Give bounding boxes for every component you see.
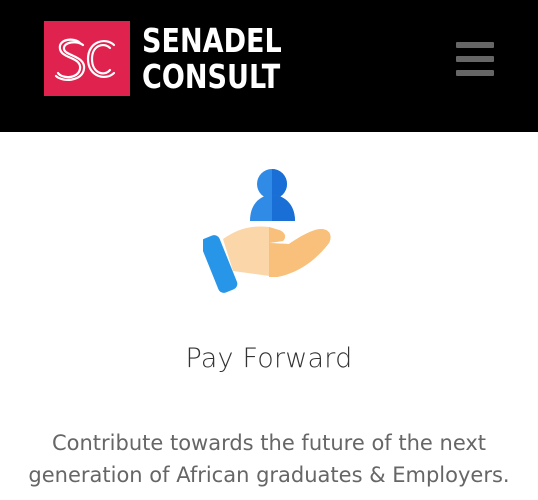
- brand-name-line2: CONSULT: [142, 56, 281, 96]
- brand-logo[interactable]: SENADEL CONSULT: [44, 21, 312, 96]
- feature-description-line1: Contribute towards the future of the nex…: [51, 431, 487, 455]
- hamburger-menu-icon[interactable]: [456, 42, 494, 76]
- brand-name: SENADEL CONSULT: [142, 20, 282, 96]
- feature-description: Contribute towards the future of the nex…: [20, 427, 518, 491]
- feature-title: Pay Forward: [185, 343, 353, 374]
- brand-name-line1: SENADEL: [142, 20, 282, 60]
- hand-holding-person-icon: [200, 167, 335, 297]
- site-header: SENADEL CONSULT: [0, 0, 538, 132]
- sc-monogram-icon: [44, 21, 130, 96]
- feature-description-line2: generation of African graduates & Employ…: [28, 463, 510, 487]
